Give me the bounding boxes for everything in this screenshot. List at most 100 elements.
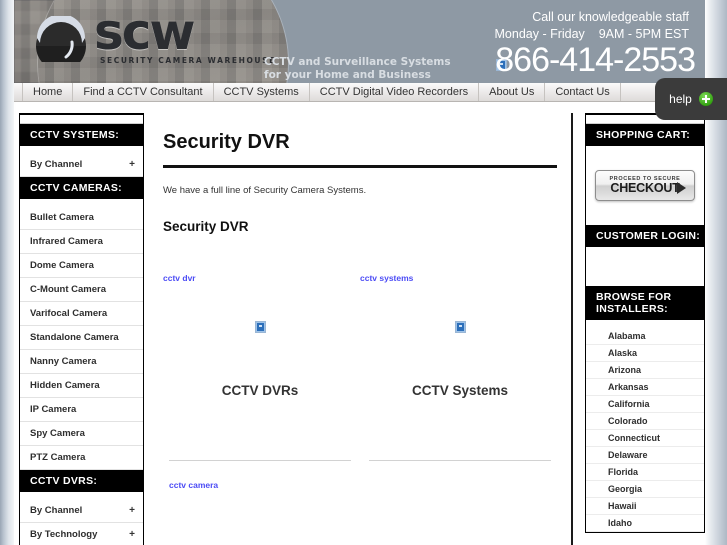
sidebar-item-label: IP Camera [30, 404, 77, 415]
state-item-alaska[interactable]: Alaska [586, 345, 704, 362]
title-divider [163, 165, 557, 168]
broken-image-icon [254, 318, 266, 336]
tagline-line-2: for your Home and Business [264, 69, 431, 81]
state-item-california[interactable]: California [586, 396, 704, 413]
sidebar-heading-cctv-cameras: CCTV CAMERAS: [20, 177, 143, 199]
left-sidebar: CCTV SYSTEMS: By Channel + CCTV CAMERAS:… [19, 113, 144, 545]
sidebar-item-dome-camera[interactable]: Dome Camera [20, 254, 143, 278]
call-hours-text: Monday - Friday 9AM - 5PM EST [494, 27, 690, 41]
state-item-alabama[interactable]: Alabama [586, 328, 704, 345]
product-divider [169, 460, 351, 461]
proceed-to-checkout-button[interactable]: PROCEED TO SECURE CHECKOUT [595, 170, 695, 201]
installers-heading-line-1: BROWSE FOR [596, 291, 672, 303]
top-link-cell-left: cctv dvr [163, 268, 360, 286]
shopping-cart-body: PROCEED TO SECURE CHECKOUT [586, 146, 704, 225]
sidebar-item-label: Bullet Camera [30, 212, 94, 223]
bottom-link-row: cctv camera [163, 475, 557, 493]
sidebar-item-label: Dome Camera [30, 260, 94, 271]
help-tab-label: help [669, 92, 692, 106]
sidebar-item-infrared-camera[interactable]: Infrared Camera [20, 230, 143, 254]
sidebar-gap [20, 199, 143, 206]
expander-icon[interactable]: + [129, 505, 135, 516]
installers-state-list: Alabama Alaska Arizona Arkansas Californ… [586, 320, 704, 532]
main-content: Security DVR We have a full line of Secu… [155, 113, 573, 545]
sidebar-gap [20, 146, 143, 153]
help-tab-button[interactable]: help [655, 78, 727, 120]
sidebar-item-label: PTZ Camera [30, 452, 86, 463]
state-item-connecticut[interactable]: Connecticut [586, 430, 704, 447]
sidebar-item-ptz-camera[interactable]: PTZ Camera [20, 446, 143, 470]
expander-icon[interactable]: + [129, 529, 135, 540]
product-card-cctv-systems[interactable]: CCTV Systems [363, 316, 557, 461]
product-divider [369, 460, 551, 461]
dome-camera-icon [32, 14, 90, 71]
customer-login-heading: CUSTOMER LOGIN: [586, 225, 704, 247]
nav-item-cctv-systems[interactable]: CCTV Systems [214, 83, 310, 101]
link-cctv-systems[interactable]: cctv systems [360, 273, 413, 283]
sidebar-item-standalone-camera[interactable]: Standalone Camera [20, 326, 143, 350]
nav-item-find-a-cctv-consultant[interactable]: Find a CCTV Consultant [73, 83, 214, 101]
top-link-cell-right: cctv systems [360, 268, 557, 286]
state-item-delaware[interactable]: Delaware [586, 447, 704, 464]
sidebar-item-label: Nanny Camera [30, 356, 97, 367]
sidebar-item-varifocal-camera[interactable]: Varifocal Camera [20, 302, 143, 326]
sidebar-heading-cctv-dvrs: CCTV DVRS: [20, 470, 143, 492]
installers-heading-line-2: INSTALLERS: [596, 303, 668, 315]
page-root: scw SECURITY CAMERA WAREHOUSE CCTV and S… [0, 0, 727, 545]
state-item-colorado[interactable]: Colorado [586, 413, 704, 430]
phone-number[interactable]: 866-414-2553 [495, 41, 696, 80]
call-staff-text: Call our knowledgeable staff [532, 10, 689, 24]
nav-item-home[interactable]: Home [22, 83, 74, 101]
product-grid: CCTV DVRs CCTV Systems [163, 316, 557, 461]
sidebar-item-nanny-camera[interactable]: Nanny Camera [20, 350, 143, 374]
sidebar-item-hidden-camera[interactable]: Hidden Camera [20, 374, 143, 398]
sidebar-item-label: Varifocal Camera [30, 308, 108, 319]
product-card-cctv-dvrs[interactable]: CCTV DVRs [163, 316, 357, 461]
sidebar-item-label: Spy Camera [30, 428, 85, 439]
state-item-idaho[interactable]: Idaho [586, 515, 704, 532]
state-item-florida[interactable]: Florida [586, 464, 704, 481]
site-header: scw SECURITY CAMERA WAREHOUSE CCTV and S… [14, 0, 705, 83]
broken-image-icon [454, 318, 466, 336]
sidebar-item-ip-camera[interactable]: IP Camera [20, 398, 143, 422]
section-subtitle: Security DVR [163, 219, 249, 234]
sidebar-gap [20, 492, 143, 499]
state-item-hawaii[interactable]: Hawaii [586, 498, 704, 515]
customer-login-body[interactable] [586, 247, 704, 286]
expander-icon[interactable]: + [129, 159, 135, 170]
sidebar-item-c-mount-camera[interactable]: C-Mount Camera [20, 278, 143, 302]
site-logo-text[interactable]: scw [94, 6, 196, 58]
sidebar-item-systems-by-channel[interactable]: By Channel + [20, 153, 143, 177]
top-link-row: cctv dvr cctv systems [163, 268, 557, 286]
right-sidebar: SHOPPING CART: PROCEED TO SECURE CHECKOU… [585, 113, 705, 533]
sidebar-item-label: Standalone Camera [30, 332, 119, 343]
link-cctv-dvr[interactable]: cctv dvr [163, 273, 196, 283]
nav-item-about-us[interactable]: About Us [479, 83, 546, 101]
sidebar-item-dvrs-by-technology[interactable]: By Technology + [20, 523, 143, 545]
intro-paragraph: We have a full line of Security Camera S… [163, 185, 367, 196]
sidebar-item-label: By Technology [30, 529, 98, 540]
tagline-line-1: CCTV and Surveillance Systems [264, 56, 451, 68]
sidebar-heading-cctv-systems: CCTV SYSTEMS: [20, 124, 143, 146]
checkout-button-label: CHECKOUT [610, 181, 680, 195]
site-logo-subtitle: SECURITY CAMERA WAREHOUSE [100, 56, 276, 65]
state-item-arizona[interactable]: Arizona [586, 362, 704, 379]
sidebar-item-label: C-Mount Camera [30, 284, 107, 295]
browse-installers-heading: BROWSE FOR INSTALLERS: [586, 286, 704, 320]
nav-item-cctv-digital-video-recorders[interactable]: CCTV Digital Video Recorders [310, 83, 480, 101]
nav-item-contact-us[interactable]: Contact Us [545, 83, 621, 101]
page-title: Security DVR [163, 131, 290, 153]
sidebar-item-label: Hidden Camera [30, 380, 100, 391]
state-item-arkansas[interactable]: Arkansas [586, 379, 704, 396]
sidebar-item-dvrs-by-channel[interactable]: By Channel + [20, 499, 143, 523]
sidebar-item-label: Infrared Camera [30, 236, 103, 247]
green-plus-icon [698, 92, 713, 106]
state-item-georgia[interactable]: Georgia [586, 481, 704, 498]
shopping-cart-heading: SHOPPING CART: [586, 124, 704, 146]
sidebar-item-bullet-camera[interactable]: Bullet Camera [20, 206, 143, 230]
page-left-margin [0, 0, 14, 545]
main-navigation: Home Find a CCTV Consultant CCTV Systems… [14, 83, 705, 102]
link-cctv-camera[interactable]: cctv camera [169, 480, 218, 490]
sidebar-item-spy-camera[interactable]: Spy Camera [20, 422, 143, 446]
site-tagline: CCTV and Surveillance Systems for your H… [264, 56, 451, 82]
